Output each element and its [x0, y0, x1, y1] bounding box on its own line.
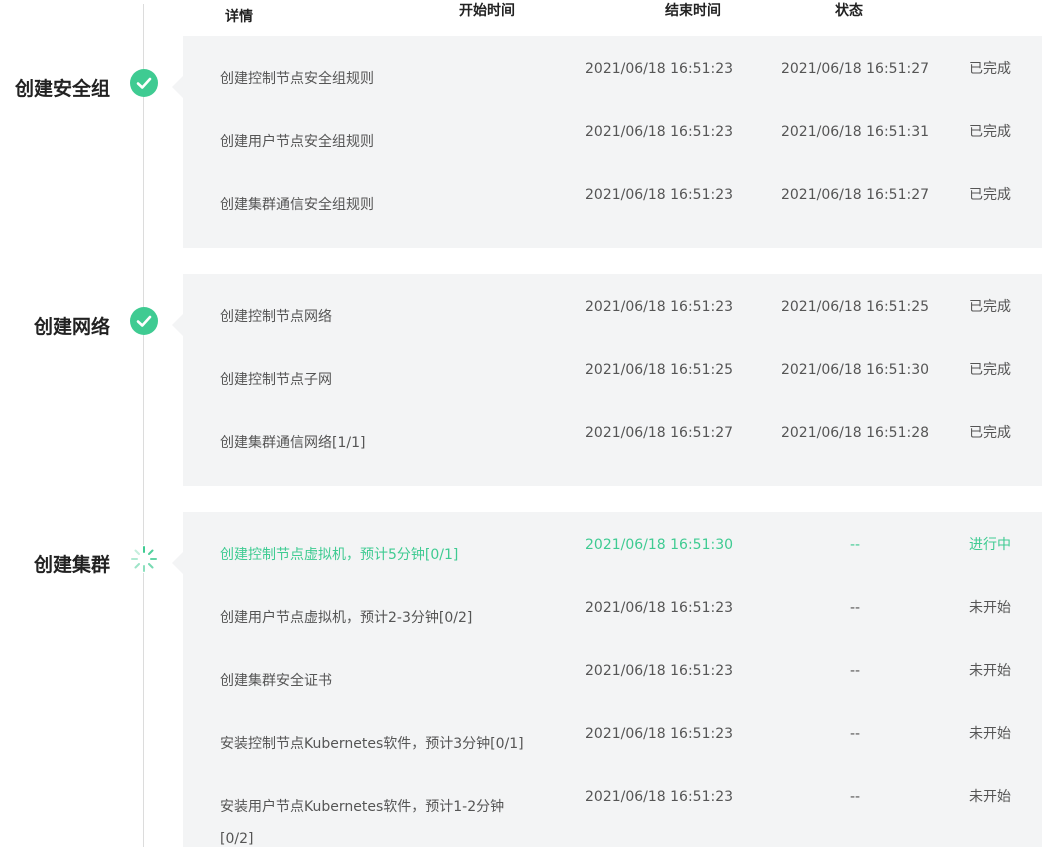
row-end-time: -- — [849, 789, 861, 805]
row-detail: 安装用户节点Kubernetes软件，预计1-2分钟[0/2] — [220, 799, 505, 847]
table-row: 创建集群安全证书 2021/06/18 16:51:23 -- 未开始 — [183, 660, 1042, 710]
check-circle-icon — [130, 307, 158, 335]
row-start-time: 2021/06/18 16:51:25 — [585, 362, 734, 378]
column-header-detail: 详情 — [225, 9, 253, 25]
row-status: 未开始 — [969, 789, 1011, 805]
row-detail: 安装控制节点Kubernetes软件，预计3分钟[0/1] — [220, 736, 524, 752]
row-end-time: -- — [849, 600, 861, 616]
stage-panel-network: 创建控制节点网络 2021/06/18 16:51:23 2021/06/18 … — [172, 274, 1042, 486]
row-detail: 创建控制节点网络 — [220, 309, 332, 325]
row-end-time: 2021/06/18 16:51:28 — [780, 425, 930, 441]
table-row: 安装用户节点Kubernetes软件，预计1-2分钟[0/2] 2021/06/… — [183, 786, 1042, 847]
row-status: 已完成 — [969, 299, 1011, 315]
column-header-start-time: 开始时间 — [459, 3, 515, 19]
stage-title-security-group: 创建安全组 — [14, 78, 110, 100]
table-row: 安装控制节点Kubernetes软件，预计3分钟[0/1] 2021/06/18… — [183, 723, 1042, 773]
table-row: 创建控制节点子网 2021/06/18 16:51:25 2021/06/18 … — [183, 359, 1042, 409]
row-detail: 创建用户节点虚拟机，预计2-3分钟[0/2] — [220, 610, 473, 626]
row-detail: 创建集群安全证书 — [220, 673, 332, 689]
table-row: 创建用户节点安全组规则 2021/06/18 16:51:23 2021/06/… — [183, 121, 1042, 171]
row-status: 已完成 — [969, 187, 1011, 203]
row-status: 未开始 — [969, 726, 1011, 742]
row-detail: 创建控制节点虚拟机，预计5分钟[0/1] — [220, 547, 459, 563]
row-start-time: 2021/06/18 16:51:23 — [585, 789, 734, 805]
row-end-time: -- — [849, 537, 861, 553]
table-row: 创建控制节点网络 2021/06/18 16:51:23 2021/06/18 … — [183, 296, 1042, 346]
row-start-time: 2021/06/18 16:51:23 — [585, 61, 734, 77]
stage-title-network: 创建网络 — [33, 316, 110, 338]
row-detail: 创建用户节点安全组规则 — [220, 134, 374, 150]
column-header-end-time: 结束时间 — [665, 3, 721, 19]
row-end-time: 2021/06/18 16:51:27 — [780, 187, 930, 203]
check-circle-icon — [130, 69, 158, 97]
row-end-time: 2021/06/18 16:51:27 — [780, 61, 930, 77]
row-end-time: 2021/06/18 16:51:30 — [780, 362, 930, 378]
row-status: 未开始 — [969, 663, 1011, 679]
timeline-line — [143, 4, 144, 847]
row-start-time: 2021/06/18 16:51:23 — [585, 124, 734, 140]
row-start-time: 2021/06/18 16:51:23 — [585, 187, 734, 203]
stage-panel-cluster: 创建控制节点虚拟机，预计5分钟[0/1] 2021/06/18 16:51:30… — [172, 512, 1042, 847]
table-row: 创建用户节点虚拟机，预计2-3分钟[0/2] 2021/06/18 16:51:… — [183, 597, 1042, 647]
row-status: 已完成 — [969, 61, 1011, 77]
stage-panel-security-group: 创建控制节点安全组规则 2021/06/18 16:51:23 2021/06/… — [172, 36, 1042, 248]
row-end-time: 2021/06/18 16:51:31 — [780, 124, 930, 140]
table-row: 创建控制节点虚拟机，预计5分钟[0/1] 2021/06/18 16:51:30… — [183, 534, 1042, 584]
row-detail: 创建集群通信网络[1/1] — [220, 435, 366, 451]
loading-spinner-icon — [130, 545, 158, 573]
row-status: 未开始 — [969, 600, 1011, 616]
row-detail: 创建控制节点安全组规则 — [220, 71, 374, 87]
row-start-time: 2021/06/18 16:51:23 — [585, 663, 734, 679]
row-end-time: -- — [849, 663, 861, 679]
row-status: 已完成 — [969, 124, 1011, 140]
row-status: 已完成 — [969, 425, 1011, 441]
table-row: 创建集群通信安全组规则 2021/06/18 16:51:23 2021/06/… — [183, 184, 1042, 234]
row-end-time: 2021/06/18 16:51:25 — [780, 299, 930, 315]
row-start-time: 2021/06/18 16:51:30 — [585, 537, 734, 553]
stage-title-cluster: 创建集群 — [33, 554, 110, 576]
row-start-time: 2021/06/18 16:51:27 — [585, 425, 734, 441]
column-header-status: 状态 — [835, 3, 863, 19]
row-start-time: 2021/06/18 16:51:23 — [585, 726, 734, 742]
table-row: 创建控制节点安全组规则 2021/06/18 16:51:23 2021/06/… — [183, 58, 1042, 108]
row-start-time: 2021/06/18 16:51:23 — [585, 299, 734, 315]
row-detail: 创建控制节点子网 — [220, 372, 332, 388]
row-status: 进行中 — [969, 537, 1011, 553]
row-start-time: 2021/06/18 16:51:23 — [585, 600, 734, 616]
table-row: 创建集群通信网络[1/1] 2021/06/18 16:51:27 2021/0… — [183, 422, 1042, 472]
row-detail: 创建集群通信安全组规则 — [220, 197, 374, 213]
row-end-time: -- — [849, 726, 861, 742]
row-status: 已完成 — [969, 362, 1011, 378]
